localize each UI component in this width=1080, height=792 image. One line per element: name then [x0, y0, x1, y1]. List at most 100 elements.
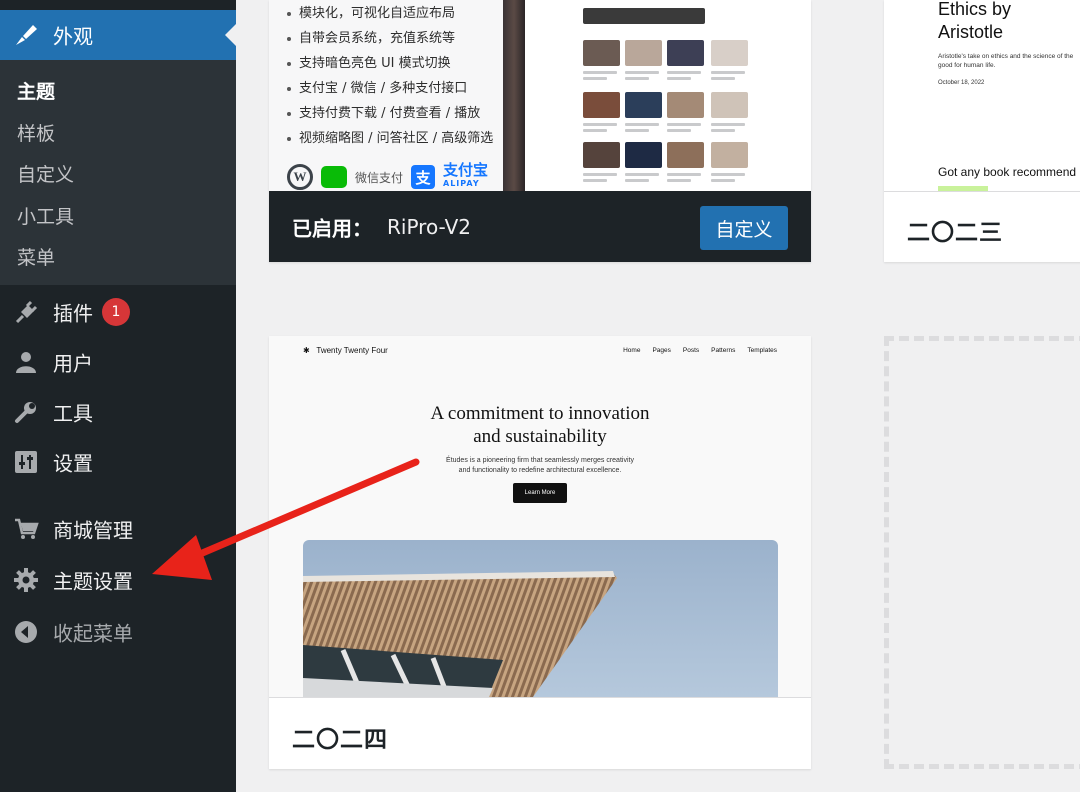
thumbnail	[583, 40, 620, 66]
submenu-customize[interactable]: 自定义	[17, 160, 74, 187]
preview-architecture-image	[303, 540, 778, 697]
menu-plugins-label: 插件	[53, 301, 93, 326]
feature-item: 支持付费下载 / 付费查看 / 播放	[287, 102, 480, 121]
alipay-label: 支付宝 ALIPAY	[443, 161, 489, 189]
thumbnail	[667, 92, 704, 118]
feature-item: 支付宝 / 微信 / 多种支付接口	[287, 77, 467, 96]
thumbnail	[625, 40, 662, 66]
thumbnail-caption-line	[667, 77, 691, 80]
menu-shop-label: 商城管理	[53, 518, 133, 543]
submenu-menus[interactable]: 菜单	[17, 243, 55, 270]
thumbnail-caption-line	[625, 179, 649, 182]
menu-theme-settings[interactable]: 主题设置	[0, 555, 236, 605]
wrench-icon	[12, 398, 40, 426]
thumbnail-caption-line	[625, 71, 659, 74]
active-theme-label: 已启用：	[292, 216, 372, 240]
feature-item: 视频缩略图 / 问答社区 / 高级筛选	[287, 127, 493, 146]
collapse-menu-button[interactable]: 收起菜单	[0, 607, 236, 657]
theme-screenshot: ✱ Twenty Twenty Four Home Pages Posts Pa…	[269, 336, 811, 697]
theme-card-active[interactable]: 模块化，可视化自适应布局 自带会员系统，充值系统等 支持暗色亮色 UI 模式切换…	[269, 0, 811, 262]
preview-nav-item: Templates	[747, 347, 777, 354]
preview-cta: Got any book recommend	[938, 165, 1077, 179]
theme-card-2023[interactable]: Ethics by Aristotle Aristotle's take on …	[884, 0, 1080, 262]
menu-appearance-label: 外观	[53, 24, 93, 49]
thumbnail-caption-line	[711, 173, 745, 176]
preview-site-logo: ✱ Twenty Twenty Four	[303, 346, 388, 355]
theme-screenshot: 模块化，可视化自适应布局 自带会员系统，充值系统等 支持暗色亮色 UI 模式切换…	[269, 0, 811, 191]
submenu-widgets[interactable]: 小工具	[17, 202, 74, 229]
thumbnail-caption-line	[667, 71, 701, 74]
thumbnail	[625, 142, 662, 168]
thumbnail-caption-line	[583, 129, 607, 132]
settings-sliders-icon	[12, 448, 40, 476]
feature-item: 支持暗色亮色 UI 模式切换	[287, 52, 451, 71]
preview-body: Aristotle's take on ethics and the scien…	[938, 53, 1074, 69]
thumbnail-caption-line	[583, 123, 617, 126]
active-theme-footer: 已启用： RiPro-V2 自定义	[269, 191, 811, 262]
thumbnail-caption-line	[667, 123, 701, 126]
menu-plugins[interactable]: 插件 1	[0, 287, 236, 337]
feature-item: 自带会员系统，充值系统等	[287, 27, 455, 46]
gear-icon	[12, 566, 40, 594]
thumbnail-caption-line	[625, 123, 659, 126]
thumbnail-caption-line	[583, 77, 607, 80]
thumbnail-caption-line	[583, 173, 617, 176]
theme-name: 二〇二三	[907, 220, 1003, 246]
preview-title: Ethics by Aristotle	[938, 0, 1012, 42]
menu-settings[interactable]: 设置	[0, 437, 236, 487]
theme-card-2024[interactable]: ✱ Twenty Twenty Four Home Pages Posts Pa…	[269, 336, 811, 769]
thumbnail-caption-line	[667, 129, 691, 132]
menu-tools[interactable]: 工具	[0, 387, 236, 437]
menu-shop[interactable]: 商城管理	[0, 504, 236, 554]
theme-footer: 二〇二三	[884, 191, 1080, 262]
screenshot-divider	[503, 0, 525, 191]
preview-date: October 18, 2022	[938, 80, 985, 86]
user-icon	[12, 348, 40, 376]
thumbnail	[667, 142, 704, 168]
thumbnail-caption-line	[667, 173, 701, 176]
thumbnail	[667, 40, 704, 66]
thumbnail-caption-line	[583, 179, 607, 182]
thumbnail-caption-line	[711, 71, 745, 74]
appearance-submenu: 主题 样板 自定义 小工具 菜单	[0, 60, 236, 285]
thumbnail-caption-line	[583, 71, 617, 74]
preview-nav: Home Pages Posts Patterns Templates	[623, 347, 777, 354]
thumbnail-caption-line	[625, 77, 649, 80]
cart-icon	[12, 515, 40, 543]
theme-name: 二〇二四	[292, 727, 388, 753]
thumbnail-grid	[525, 0, 811, 191]
payment-logos: W 微信支付 支 支付宝 ALIPAY	[287, 163, 488, 191]
feature-list: 模块化，可视化自适应布局 自带会员系统，充值系统等 支持暗色亮色 UI 模式切换…	[269, 0, 503, 191]
theme-screenshot: Ethics by Aristotle Aristotle's take on …	[884, 0, 1080, 191]
customize-button[interactable]: 自定义	[700, 206, 788, 250]
add-new-theme-placeholder[interactable]	[884, 336, 1080, 769]
menu-settings-label: 设置	[53, 451, 93, 476]
thumbnail	[625, 8, 705, 24]
wechat-pay-label: 微信支付	[355, 170, 404, 185]
alipay-logo-icon: 支	[411, 165, 436, 189]
menu-theme-settings-label: 主题设置	[53, 569, 133, 594]
preview-nav-item: Pages	[652, 347, 671, 354]
collapse-menu-label: 收起菜单	[53, 621, 133, 646]
thumbnail-caption-line	[711, 179, 735, 182]
menu-tools-label: 工具	[53, 401, 93, 426]
thumbnail-caption-line	[711, 123, 745, 126]
plugins-update-badge: 1	[102, 298, 130, 326]
feature-item: 模块化，可视化自适应布局	[287, 2, 455, 21]
thumbnail-caption-line	[625, 129, 649, 132]
submenu-themes[interactable]: 主题	[17, 77, 55, 104]
preview-nav-item: Patterns	[711, 347, 736, 354]
plug-icon	[12, 298, 40, 326]
theme-footer: 二〇二四	[269, 697, 811, 769]
preview-learn-more-button: Learn More	[513, 483, 567, 503]
thumbnail	[583, 142, 620, 168]
menu-appearance[interactable]: 外观	[0, 10, 236, 60]
submenu-patterns[interactable]: 样板	[17, 119, 55, 146]
thumbnail-caption-line	[625, 173, 659, 176]
preview-nav-item: Home	[623, 347, 641, 354]
thumbnail	[711, 92, 748, 118]
menu-users[interactable]: 用户	[0, 337, 236, 387]
thumbnail	[711, 142, 748, 168]
thumbnail	[711, 40, 748, 66]
thumbnail	[625, 92, 662, 118]
